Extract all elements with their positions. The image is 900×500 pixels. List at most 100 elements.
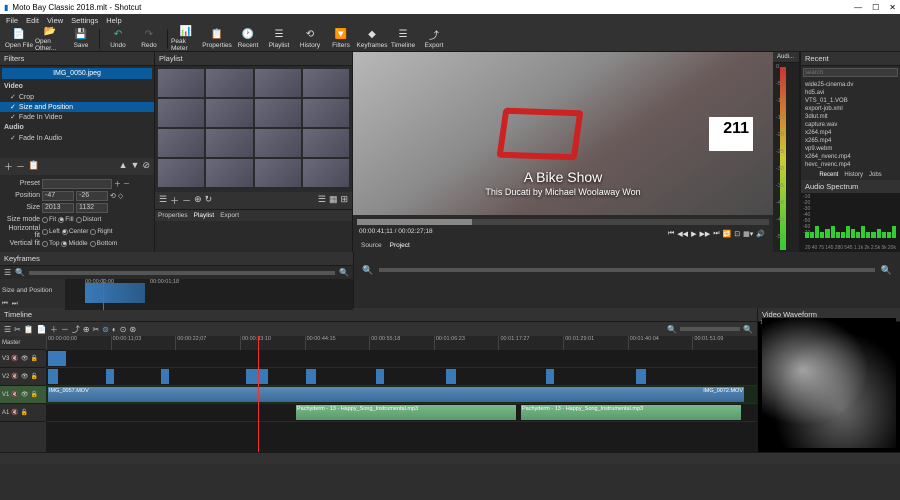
playlist-thumb[interactable]: IMG_0072.MOV	[303, 129, 349, 157]
tl-zoom-slider[interactable]	[680, 327, 740, 331]
volume-button[interactable]: 🔊	[756, 230, 765, 238]
playlist-remove-button[interactable]: －	[182, 194, 191, 207]
tab-source[interactable]: Source	[361, 242, 382, 249]
mode-fit[interactable]: Fit	[42, 216, 56, 223]
timeline-clip[interactable]	[161, 369, 169, 384]
menu-settings[interactable]: Settings	[71, 16, 98, 25]
play-button[interactable]: ▶	[691, 230, 696, 238]
timeline-ruler[interactable]: 00:00:00;0000:00:11;0300:00:22;0700:00:3…	[46, 336, 757, 350]
filter-deselect-button[interactable]: ⊘	[142, 160, 150, 173]
mute-icon[interactable]: 🔇	[11, 355, 18, 362]
filter-down-button[interactable]: ▼	[131, 160, 140, 173]
hfit-center[interactable]: Center	[62, 228, 89, 235]
view-icons-button[interactable]: ⊞	[340, 194, 348, 207]
playlist-update-button[interactable]: ↻	[205, 194, 213, 207]
lock-icon[interactable]: 🔓	[30, 355, 37, 362]
preset-add-button[interactable]: ＋	[114, 179, 121, 189]
track-head-v2[interactable]: V2🔇👁🔓	[0, 368, 46, 386]
redo-button[interactable]: ↷Redo	[134, 27, 164, 51]
playlist-thumb[interactable]: IMG_0075.jpeg	[206, 159, 252, 187]
keyframe-track[interactable]: 00:00:00;00 00:00:01;18	[65, 279, 353, 310]
filters-button[interactable]: 🔽Filters	[326, 27, 356, 51]
playlist-add-button[interactable]: ＋	[170, 194, 179, 207]
hfit-right[interactable]: Right	[90, 228, 112, 235]
filter-fade-in-video[interactable]: ✓Fade In Video	[0, 112, 154, 122]
playlist-thumb[interactable]	[255, 159, 301, 187]
lock-icon[interactable]: 🔓	[30, 373, 37, 380]
tl-zoom-in-icon[interactable]: 🔍	[743, 325, 753, 334]
position-x-input[interactable]	[42, 191, 74, 201]
tl-paste-button[interactable]: 📄	[37, 325, 47, 334]
rtab-jobs[interactable]: Jobs	[869, 172, 882, 178]
preview-viewport[interactable]: 211 A Bike Show This Ducati by Michael W…	[353, 52, 773, 215]
add-filter-button[interactable]: ＋	[4, 160, 13, 173]
mute-icon[interactable]: 🔇	[11, 373, 18, 380]
skip-start-button[interactable]: ⏮	[668, 230, 674, 238]
filter-crop[interactable]: ✓Crop	[0, 92, 154, 102]
playlist-thumb[interactable]: IMG_0064.jpeg	[206, 99, 252, 127]
rtab-history[interactable]: History	[844, 172, 863, 178]
timeline-clip-a1b[interactable]: Pachyderm - 13 - Happy_Song_Instrumental…	[521, 405, 741, 420]
playlist-thumb[interactable]: IMG_0071.MOV	[255, 129, 301, 157]
rewind-button[interactable]: ◀◀	[677, 230, 688, 238]
maximize-button[interactable]: ☐	[872, 3, 879, 12]
size-w-input[interactable]	[42, 203, 74, 213]
view-list-button[interactable]: ☰	[318, 194, 326, 207]
recent-search-input[interactable]	[803, 68, 898, 77]
menu-edit[interactable]: Edit	[26, 16, 39, 25]
kf-prev-button[interactable]: ⏮	[2, 300, 8, 308]
selected-clip[interactable]: IMG_0050.jpeg	[2, 68, 152, 79]
recent-item[interactable]: capture.wav	[803, 121, 898, 129]
timeline-clip[interactable]	[246, 369, 268, 384]
zoom-out-icon[interactable]: 🔍	[362, 265, 373, 276]
playlist-thumb[interactable]: IMG_0061.jpeg	[255, 69, 301, 97]
timeline-clip[interactable]	[306, 369, 316, 384]
timeline-clip[interactable]	[546, 369, 554, 384]
vfit-bottom[interactable]: Bottom	[90, 240, 118, 247]
playlist-thumb[interactable]: IMG_0073.jpeg	[158, 159, 204, 187]
tl-ripple-all-button[interactable]: ⊛	[129, 325, 136, 334]
timeline-clip[interactable]	[636, 369, 646, 384]
mute-icon[interactable]: 🔇	[11, 409, 18, 416]
track-v2[interactable]	[46, 368, 757, 386]
tl-copy-button[interactable]: 📋	[24, 325, 34, 334]
tl-menu-button[interactable]: ☰	[4, 325, 11, 334]
recent-item[interactable]: x264.mp4	[803, 129, 898, 137]
properties-button[interactable]: 📋Properties	[202, 27, 232, 51]
track-v3[interactable]	[46, 350, 757, 368]
track-head-v3[interactable]: V3🔇👁🔓	[0, 350, 46, 368]
mute-icon[interactable]: 🔇	[11, 391, 18, 398]
filter-up-button[interactable]: ▲	[119, 160, 128, 173]
mode-distort[interactable]: Distort	[76, 216, 102, 223]
preset-del-button[interactable]: －	[123, 179, 130, 189]
playlist-insert-button[interactable]: ⊕	[194, 194, 202, 207]
tl-lift-button[interactable]: ⤴	[72, 324, 80, 335]
menu-file[interactable]: File	[6, 16, 18, 25]
tab-export[interactable]: Export	[220, 212, 239, 219]
kf-playhead[interactable]	[103, 279, 104, 310]
view-grid-button[interactable]: ▦	[329, 194, 338, 207]
tab-playlist[interactable]: Playlist	[194, 212, 215, 219]
zoom-in-icon[interactable]: 🔍	[881, 265, 892, 276]
recent-button[interactable]: 🕐Recent	[233, 27, 263, 51]
copy-filter-button[interactable]: 📋	[28, 160, 39, 173]
menu-help[interactable]: Help	[106, 16, 121, 25]
keyframes-button[interactable]: ◆Keyframes	[357, 27, 387, 51]
keyframe-clip[interactable]	[85, 283, 145, 303]
close-button[interactable]: ✕	[889, 3, 896, 12]
mode-fill[interactable]: Fill	[58, 216, 73, 223]
grid-button[interactable]: ▦▾	[743, 230, 753, 238]
playlist-thumb[interactable]: IMG_0067.jpeg	[303, 99, 349, 127]
timeline-clip-a1[interactable]: Pachyderm - 13 - Happy_Song_Instrumental…	[296, 405, 516, 420]
tl-split-button[interactable]: ✂	[93, 325, 100, 334]
track-v1[interactable]: IMG_0057.MOVIMG_0072.MOV	[46, 386, 757, 404]
timeline-clip[interactable]	[48, 369, 58, 384]
rtab-recent[interactable]: Recent	[819, 172, 838, 178]
remove-filter-button[interactable]: －	[16, 160, 25, 173]
vfit-top[interactable]: Top	[42, 240, 59, 247]
recent-item[interactable]: vp9.webm	[803, 145, 898, 153]
open-other-button[interactable]: 📂Open Other...	[35, 27, 65, 51]
recent-item[interactable]: 3dlut.mlt	[803, 113, 898, 121]
history-button[interactable]: ⟲History	[295, 27, 325, 51]
tl-cut-button[interactable]: ✂	[14, 325, 21, 334]
